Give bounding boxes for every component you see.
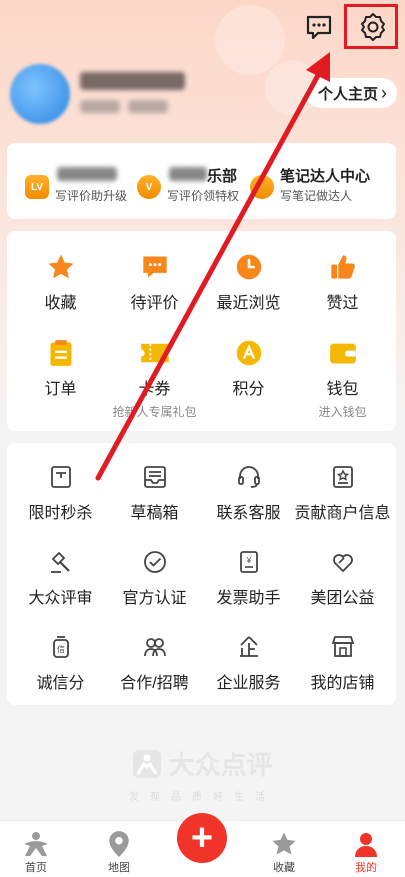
invoice-icon: ¥	[200, 544, 297, 580]
level-title: 笔记达人中心	[280, 168, 371, 185]
vip-badge-icon: V	[137, 175, 161, 199]
grid-item-label: 我的店铺	[310, 675, 375, 692]
grid-item-merchant-info[interactable]: 贡献商户信息	[294, 459, 391, 523]
grid-item-recent[interactable]: 最近浏览	[200, 249, 297, 313]
brand-name: 大众点评	[168, 750, 273, 780]
credit-score-icon: 信	[12, 629, 109, 665]
username-blurred	[80, 72, 185, 90]
grid-item-orders[interactable]: 订单	[12, 335, 109, 399]
level-sub: 写笔记做达人	[280, 189, 353, 203]
grid-item-label: 发票助手	[216, 590, 281, 607]
grid-item-flash-sale[interactable]: 限时秒杀	[12, 459, 109, 523]
grid-item-liked[interactable]: 赞过	[294, 249, 391, 313]
level-sub: 写评价领特权	[167, 189, 240, 203]
grid-item-label: 诚信分	[36, 675, 85, 692]
message-icon[interactable]	[304, 12, 334, 42]
level-item-notes[interactable]: 笔记达人中心 写笔记做达人	[250, 163, 390, 203]
grid-item-verified[interactable]: 官方认证	[106, 544, 203, 608]
level-card: LV 写评价助升级 V 乐部 写评价领特权 笔记达人中心 写笔记做达人	[7, 143, 396, 219]
grid-item-shop[interactable]: 我的店铺	[294, 629, 391, 693]
chevron-right-icon: ›	[381, 82, 387, 103]
grid-item-label: 美团公益	[310, 590, 375, 607]
points-icon	[200, 335, 297, 371]
level-sub: 写评价助升级	[55, 189, 128, 203]
grid-item-label: 合作/招聘	[120, 675, 189, 692]
bottom-nav: 首页 地图 + 收藏 我的	[0, 813, 405, 877]
headset-icon	[200, 459, 297, 495]
avatar[interactable]	[10, 64, 70, 124]
cooperation-icon	[106, 629, 203, 665]
coupon-icon	[106, 335, 203, 371]
grid-item-pending-review[interactable]: 待评价	[106, 249, 203, 313]
profile-home-button[interactable]: 个人主页 ›	[305, 78, 397, 108]
level-title-blurred	[57, 167, 117, 181]
user-meta-blurred	[80, 100, 120, 113]
brand-mark-icon	[133, 749, 162, 778]
nav-home[interactable]: 首页	[6, 829, 66, 875]
grid-item-label: 贡献商户信息	[294, 505, 391, 522]
mine-icon	[336, 829, 396, 859]
grid-item-label: 草稿箱	[130, 505, 179, 522]
grid-item-charity[interactable]: 美团公益	[294, 544, 391, 608]
profile-home-label: 个人主页	[317, 85, 378, 103]
order-icon	[12, 335, 109, 371]
grid-item-label: 官方认证	[122, 590, 187, 607]
level-item-club[interactable]: V 乐部 写评价领特权	[137, 163, 262, 203]
enterprise-icon	[200, 629, 297, 665]
level-item-member[interactable]: LV 写评价助升级	[25, 163, 150, 203]
level-title: 乐部	[207, 168, 238, 185]
svg-text:¥: ¥	[245, 556, 251, 565]
home-icon	[6, 829, 66, 859]
nav-map[interactable]: 地图	[89, 829, 149, 875]
verified-icon	[106, 544, 203, 580]
wallet-icon	[294, 335, 391, 371]
plus-icon[interactable]: +	[177, 813, 227, 863]
clock-icon	[200, 249, 297, 285]
grid-item-coupons[interactable]: 卡券 抢新人专属礼包	[106, 335, 203, 420]
service-grid-card: 限时秒杀 草稿箱 联系客服 贡献商户信息 大众评审 官方认证 ¥ 发票助手 美团公益信诚信分 合作…	[7, 443, 396, 705]
settings-highlight-box	[344, 4, 398, 49]
user-meta-blurred	[128, 100, 168, 113]
nav-favorites[interactable]: 收藏	[254, 829, 314, 875]
gavel-icon	[12, 544, 109, 580]
brand-slogan: 发现品质好生活	[129, 792, 276, 803]
grid-item-gavel[interactable]: 大众评审	[12, 544, 109, 608]
favorites-icon	[254, 829, 314, 859]
pending-review-icon	[106, 249, 203, 285]
grid-item-credit-score[interactable]: 信诚信分	[12, 629, 109, 693]
grid-item-label: 大众评审	[28, 590, 93, 607]
grid-item-cooperation[interactable]: 合作/招聘	[106, 629, 203, 693]
grid-item-label: 限时秒杀	[28, 505, 93, 522]
shop-icon	[294, 629, 391, 665]
grid-item-draft-box[interactable]: 草稿箱	[106, 459, 203, 523]
grid-item-headset[interactable]: 联系客服	[200, 459, 297, 523]
main-grid-card: 收藏 待评价 最近浏览 赞过 订单 卡券 抢新人专属礼包 积分 钱包 进入钱包	[7, 231, 396, 431]
grid-item-label: 企业服务	[216, 675, 281, 692]
header-decoration	[215, 5, 285, 75]
grid-item-label: 联系客服	[216, 505, 281, 522]
grid-item-enterprise[interactable]: 企业服务	[200, 629, 297, 693]
draft-box-icon	[106, 459, 203, 495]
svg-text:信: 信	[57, 644, 65, 654]
grid-item-wallet[interactable]: 钱包 进入钱包	[294, 335, 391, 420]
grid-item-points[interactable]: 积分	[200, 335, 297, 399]
level-title-blurred	[169, 167, 207, 181]
thumbs-up-icon	[294, 249, 391, 285]
flash-sale-icon	[12, 459, 109, 495]
star-icon	[12, 249, 109, 285]
grid-item-favorites[interactable]: 收藏	[12, 249, 109, 313]
lv-badge-icon: LV	[25, 175, 49, 199]
grid-item-invoice[interactable]: ¥ 发票助手	[200, 544, 297, 608]
merchant-info-icon	[294, 459, 391, 495]
map-icon	[89, 829, 149, 859]
brand-logo: 大众点评 发现品质好生活	[0, 745, 405, 803]
charity-icon	[294, 544, 391, 580]
notes-badge-icon	[250, 175, 274, 199]
nav-mine[interactable]: 我的	[336, 829, 396, 875]
